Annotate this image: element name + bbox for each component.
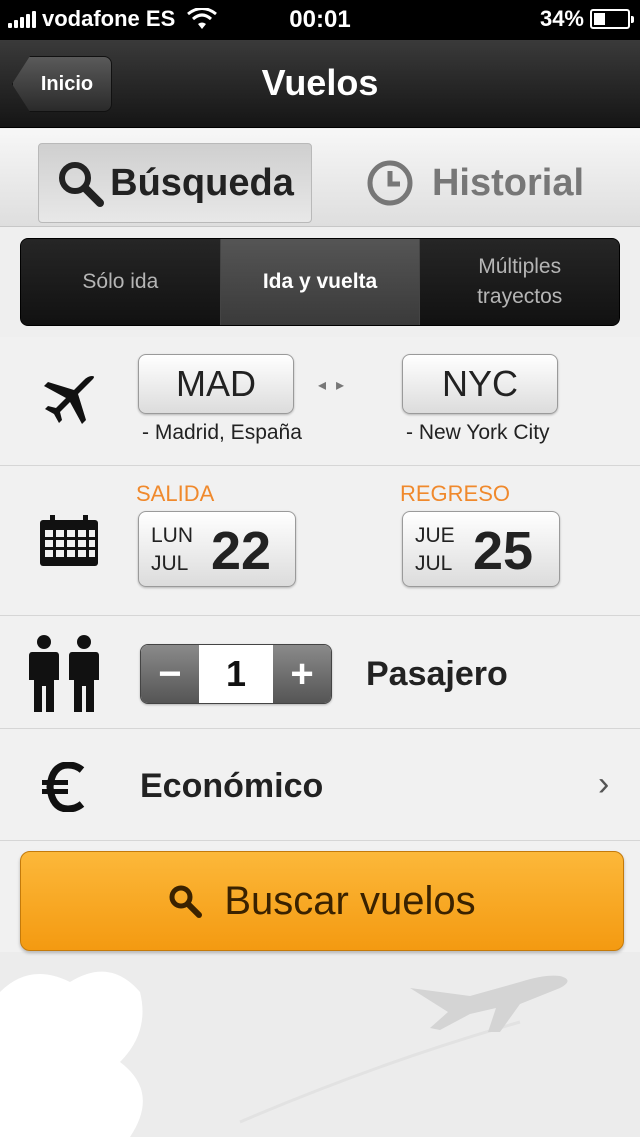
- passenger-label: Pasajero: [366, 655, 508, 693]
- view-switcher: Búsqueda Historial: [0, 129, 640, 227]
- departure-day: 22: [211, 521, 272, 581]
- search-button-icon: [169, 885, 203, 918]
- tab-search-label: Búsqueda: [110, 161, 294, 204]
- return-date-button[interactable]: JUE JUL 25: [402, 511, 560, 587]
- return-day: 25: [473, 521, 534, 581]
- passengers-icon: [29, 635, 99, 712]
- return-label: REGRESO: [400, 481, 511, 506]
- departure-date-button[interactable]: LUN JUL 22: [138, 511, 296, 587]
- page-title: Vuelos: [261, 62, 379, 103]
- origin-city: - Madrid, España: [142, 421, 302, 444]
- cabin-class-label: Económico: [140, 767, 324, 805]
- departure-weekday: LUN: [151, 524, 194, 547]
- plane-illustration-icon: [0, 971, 568, 1137]
- tab-search[interactable]: Búsqueda: [38, 143, 312, 223]
- calendar-icon: [40, 515, 98, 566]
- navigation-bar: Inicio Vuelos: [0, 40, 640, 128]
- search-flights-label: Buscar vuelos: [224, 878, 476, 923]
- battery-percent: 34%: [539, 6, 584, 31]
- multi-city-line1: Múltiples: [478, 255, 562, 278]
- battery-fill: [594, 13, 605, 25]
- passenger-stepper: − 1 +: [140, 644, 332, 704]
- trip-type-multi-city[interactable]: Múltiples trayectos: [420, 239, 619, 325]
- destination-airport-button[interactable]: NYC: [402, 354, 558, 414]
- return-month: JUL: [415, 552, 453, 575]
- background-illustration: [0, 952, 640, 1137]
- decrement-button[interactable]: −: [141, 645, 199, 703]
- euro-icon: [42, 762, 85, 812]
- status-bar: vodafone ES 00:01 34%: [0, 0, 640, 40]
- tab-history[interactable]: Historial: [330, 143, 620, 223]
- destination-city: - New York City: [406, 421, 550, 444]
- increment-button[interactable]: +: [273, 645, 331, 703]
- tab-history-label: Historial: [431, 161, 585, 204]
- swap-arrows-icon[interactable]: ◂▸: [318, 375, 354, 395]
- search-flights-button[interactable]: Buscar vuelos: [20, 851, 624, 951]
- search-icon: [59, 162, 105, 207]
- multi-city-line2: trayectos: [477, 285, 563, 308]
- origin-airport-button[interactable]: MAD: [138, 354, 294, 414]
- clock-icon: [367, 160, 413, 206]
- trip-type-selector: Sólo ida Ida y vuelta Múltiples trayectos: [20, 238, 620, 326]
- departure-month: JUL: [151, 552, 189, 575]
- return-weekday: JUE: [415, 524, 455, 547]
- trip-type-one-way[interactable]: Sólo ida: [21, 239, 221, 325]
- battery-icon: [590, 9, 634, 29]
- plane-icon: [44, 376, 94, 424]
- status-right: 34%: [539, 6, 634, 32]
- chevron-right-icon: ›: [598, 765, 610, 803]
- departure-label: SALIDA: [136, 481, 215, 506]
- passenger-count: 1: [199, 645, 273, 703]
- trip-type-round-trip[interactable]: Ida y vuelta: [220, 239, 421, 325]
